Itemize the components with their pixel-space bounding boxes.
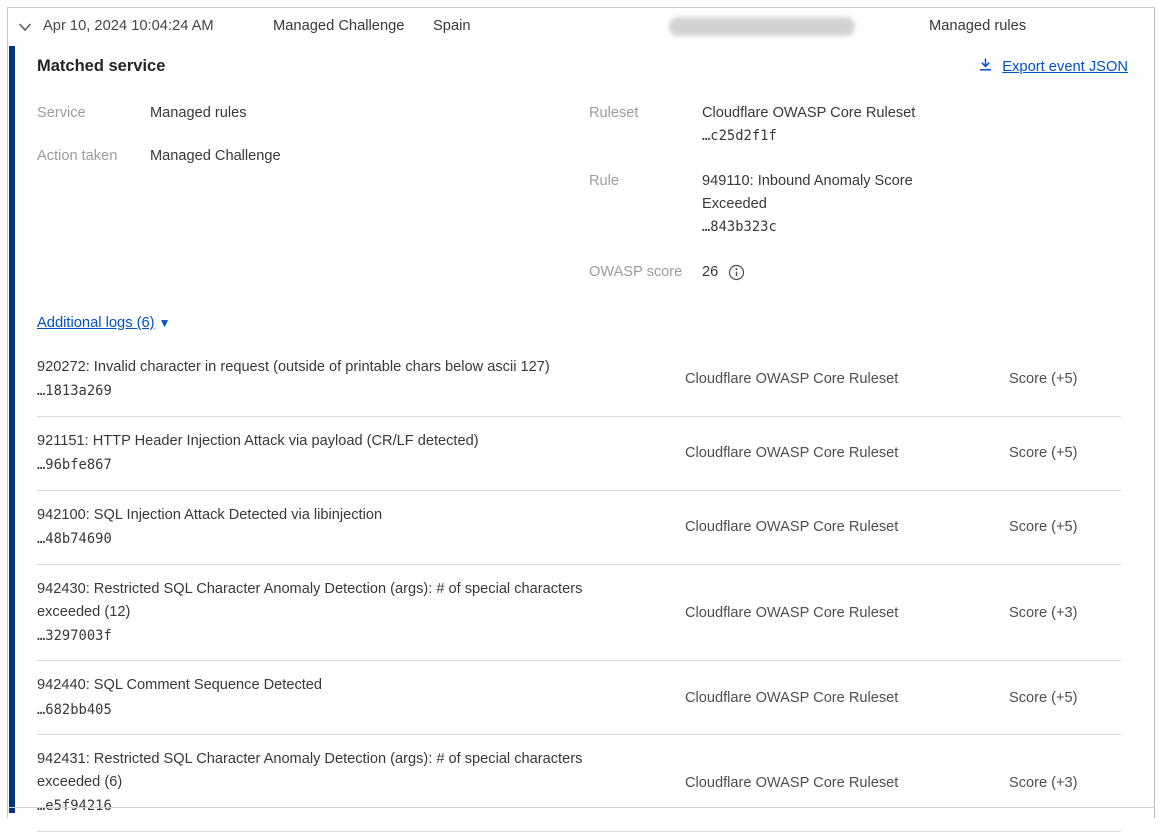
owasp-score-value: 26 [702, 261, 718, 284]
field-label: Service [37, 102, 150, 125]
info-icon[interactable] [728, 264, 745, 281]
log-description: 920272: Invalid character in request (ou… [37, 356, 629, 403]
log-row: 921151: HTTP Header Injection Attack via… [37, 417, 1121, 491]
log-row: 942431: Restricted SQL Character Anomaly… [37, 735, 1121, 832]
caret-down-icon: ▼ [159, 316, 171, 330]
export-link-label: Export event JSON [1002, 59, 1128, 75]
log-rule-text: 942430: Restricted SQL Character Anomaly… [37, 581, 582, 620]
log-score: Score (+5) [1009, 674, 1078, 721]
chevron-down-icon[interactable] [17, 20, 33, 34]
log-ruleset: Cloudflare OWASP Core Ruleset [685, 430, 917, 477]
export-event-json-link[interactable]: Export event JSON [978, 57, 1128, 77]
log-ruleset: Cloudflare OWASP Core Ruleset [685, 504, 917, 551]
rule-name: 949110: Inbound Anomaly Score Exceeded [702, 173, 913, 212]
redacted-hostname [669, 17, 855, 36]
field-service: Service Managed rules [37, 102, 589, 125]
log-rule-hash: …1813a269 [37, 381, 629, 403]
log-row: 920272: Invalid character in request (ou… [37, 343, 1121, 417]
field-value: Managed rules [150, 102, 247, 125]
event-service: Managed rules [929, 18, 1026, 34]
additional-logs-label: Additional logs (6) [37, 315, 155, 331]
field-value: Managed Challenge [150, 145, 281, 168]
log-ruleset: Cloudflare OWASP Core Ruleset [685, 578, 917, 648]
next-row-divider [8, 807, 1154, 808]
log-rule-hash: …682bb405 [37, 700, 629, 722]
ruleset-hash: …c25d2f1f [702, 128, 777, 144]
log-score: Score (+5) [1009, 504, 1078, 551]
additional-logs-toggle[interactable]: Additional logs (6) ▼ [37, 315, 1154, 331]
field-ruleset: Ruleset Cloudflare OWASP Core Ruleset …c… [589, 102, 1154, 149]
field-value: Cloudflare OWASP Core Ruleset …c25d2f1f [702, 102, 947, 149]
log-score: Score (+5) [1009, 430, 1078, 477]
field-value: 949110: Inbound Anomaly Score Exceeded …… [702, 170, 947, 240]
log-rule-text: 942431: Restricted SQL Character Anomaly… [37, 751, 582, 790]
log-row: 942430: Restricted SQL Character Anomaly… [37, 565, 1121, 662]
event-action: Managed Challenge [273, 18, 404, 34]
field-owasp-score: OWASP score 26 [589, 261, 1154, 284]
log-rule-text: 942440: SQL Comment Sequence Detected [37, 677, 322, 693]
log-rule-hash: …3297003f [37, 626, 629, 648]
log-description: 942100: SQL Injection Attack Detected vi… [37, 504, 629, 551]
log-description: 921151: HTTP Header Injection Attack via… [37, 430, 629, 477]
firewall-event-table: Apr 10, 2024 10:04:24 AM Managed Challen… [7, 7, 1155, 818]
field-rule: Rule 949110: Inbound Anomaly Score Excee… [589, 170, 1154, 240]
field-label: Action taken [37, 145, 150, 168]
log-description: 942440: SQL Comment Sequence Detected …6… [37, 674, 629, 721]
log-rule-hash: …96bfe867 [37, 455, 629, 477]
event-summary-row[interactable]: Apr 10, 2024 10:04:24 AM Managed Challen… [8, 8, 1154, 46]
expanded-row-accent-bar [9, 46, 15, 813]
matched-service-title: Matched service [37, 57, 165, 76]
event-country: Spain [433, 18, 471, 34]
field-label: OWASP score [589, 261, 702, 284]
log-rule-hash: …48b74690 [37, 529, 629, 551]
event-detail-panel: Matched service Export event JSON Servic… [8, 46, 1154, 813]
ruleset-name: Cloudflare OWASP Core Ruleset [702, 105, 915, 121]
log-row: 942440: SQL Comment Sequence Detected …6… [37, 661, 1121, 735]
log-ruleset: Cloudflare OWASP Core Ruleset [685, 674, 917, 721]
additional-logs-list: 920272: Invalid character in request (ou… [37, 343, 1154, 832]
log-rule-text: 921151: HTTP Header Injection Attack via… [37, 433, 479, 449]
log-ruleset: Cloudflare OWASP Core Ruleset [685, 356, 917, 403]
log-score: Score (+5) [1009, 356, 1078, 403]
log-rule-text: 942100: SQL Injection Attack Detected vi… [37, 507, 382, 523]
rule-hash: …843b323c [702, 219, 777, 235]
field-action-taken: Action taken Managed Challenge [37, 145, 589, 168]
log-rule-text: 920272: Invalid character in request (ou… [37, 359, 550, 375]
download-icon [978, 57, 993, 77]
field-label: Ruleset [589, 102, 702, 149]
log-description: 942430: Restricted SQL Character Anomaly… [37, 578, 629, 648]
log-score: Score (+3) [1009, 578, 1078, 648]
event-timestamp: Apr 10, 2024 10:04:24 AM [43, 18, 214, 34]
field-label: Rule [589, 170, 702, 240]
log-row: 942100: SQL Injection Attack Detected vi… [37, 491, 1121, 565]
